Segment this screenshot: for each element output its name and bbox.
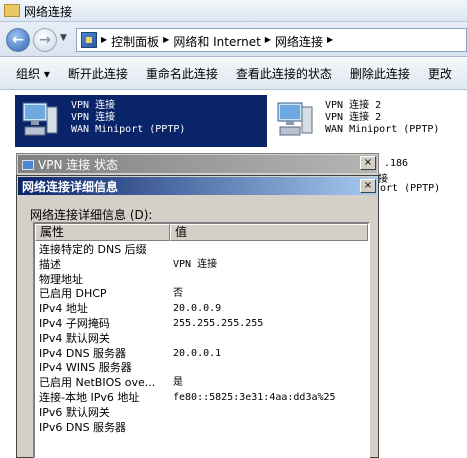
table-row[interactable]: IPv4 子网掩码 255.255.255.255 — [39, 317, 367, 332]
table-row[interactable]: IPv4 WINS 服务器 — [39, 361, 367, 376]
details-list-header: 属性 值 — [35, 224, 368, 241]
behind-device-fragment: ort (PPTP) — [380, 183, 441, 194]
table-row[interactable]: IPv6 DNS 服务器 — [39, 421, 367, 436]
details-dialog-titlebar: 网络连接详细信息 — [18, 177, 377, 195]
row-value — [173, 361, 367, 376]
connection-type: VPN 连接 2 — [325, 112, 382, 123]
close-icon: × — [363, 157, 373, 168]
address-row: ← → ▼ ▶ 控制面板 ▶ 网络和 Internet ▶ 网络连接 ▶ — [0, 22, 467, 57]
change-button[interactable]: 更改 — [419, 65, 461, 82]
row-value: 否 — [173, 288, 183, 300]
connection-device: WAN Miniport (PPTP) — [325, 124, 440, 135]
details-rows: 连接特定的 DNS 后缀 描述 VPN 连接物理地址 已启用 DHCP 否 IPv4 地址… — [39, 243, 367, 435]
forward-arrow-icon: → — [39, 32, 51, 48]
row-value: VPN 连接 — [173, 258, 218, 270]
table-row[interactable]: IPv4 默认网关 — [39, 332, 367, 347]
connection-name: VPN 连接 — [71, 100, 116, 111]
connection-item-vpn[interactable]: VPN 连接 VPN 连接 WAN Miniport (PPTP) — [15, 95, 267, 147]
chevron-right-icon[interactable]: ▶ — [163, 33, 169, 50]
row-property: IPv6 默认网关 — [39, 405, 110, 419]
connection-item-vpn-2[interactable]: VPN 连接 2 VPN 连接 2 WAN Miniport (PPTP) — [270, 95, 467, 147]
breadcrumb-control-panel[interactable]: 控制面板 — [111, 33, 159, 50]
rename-button[interactable]: 重命名此连接 — [137, 65, 227, 82]
table-row[interactable]: 已启用 DHCP 否 — [39, 287, 367, 302]
history-dropdown-icon[interactable]: ▼ — [60, 33, 67, 43]
details-dialog: 网络连接详细信息 × 网络连接详细信息 (D): 属性 值 连接特定的 DNS … — [16, 175, 379, 458]
row-property: IPv4 地址 — [39, 302, 88, 316]
delete-button[interactable]: 删除此连接 — [341, 65, 419, 82]
forward-button[interactable]: → — [33, 28, 57, 52]
address-bar[interactable]: ▶ 控制面板 ▶ 网络和 Internet ▶ 网络连接 ▶ — [76, 28, 467, 52]
row-property: IPv4 DNS 服务器 — [39, 346, 127, 360]
breadcrumb-network-internet[interactable]: 网络和 Internet — [173, 33, 260, 50]
row-value — [173, 406, 367, 421]
row-value: 是 — [173, 377, 183, 389]
table-row[interactable]: 连接特定的 DNS 后缀 — [39, 243, 367, 258]
row-value: 20.0.0.9 — [173, 303, 222, 315]
row-property: IPv4 默认网关 — [39, 331, 110, 345]
row-value — [173, 243, 367, 258]
status-close-button[interactable]: × — [360, 156, 376, 170]
back-arrow-icon: ← — [12, 32, 24, 48]
window-title: 网络连接 — [24, 5, 73, 19]
back-button[interactable]: ← — [6, 28, 30, 52]
window-titlebar: 网络连接 — [0, 0, 467, 22]
connection-type: VPN 连接 — [71, 112, 116, 123]
control-panel-icon — [81, 32, 97, 48]
row-value: fe80::5825:3e31:4aa:dd3a%25 — [173, 391, 336, 403]
row-property: IPv6 DNS 服务器 — [39, 420, 127, 434]
details-close-button[interactable]: × — [360, 179, 376, 193]
row-property: 已启用 DHCP — [39, 287, 107, 301]
view-status-button[interactable]: 查看此连接的状态 — [227, 65, 341, 82]
network-computer-icon — [22, 102, 58, 136]
details-dialog-title: 网络连接详细信息 — [22, 180, 119, 194]
table-row[interactable]: IPv4 地址 20.0.0.9 — [39, 302, 367, 317]
status-dialog-titlebar: VPN 连接 状态 — [18, 155, 377, 173]
row-value — [173, 273, 367, 288]
column-header-property[interactable]: 属性 — [35, 224, 170, 241]
table-row[interactable]: 连接-本地 IPv6 地址 fe80::5825:3e31:4aa:dd3a%25 — [39, 391, 367, 406]
details-list[interactable]: 属性 值 连接特定的 DNS 后缀 描述 VPN 连接物理地址 已启用 DHCP 否 IP… — [33, 222, 370, 458]
disconnect-button[interactable]: 断开此连接 — [59, 65, 137, 82]
row-value: 20.0.0.1 — [173, 347, 222, 359]
breadcrumb-network-connections[interactable]: 网络连接 — [275, 33, 323, 50]
table-row[interactable]: IPv4 DNS 服务器 20.0.0.1 — [39, 347, 367, 362]
row-value — [173, 421, 367, 436]
network-computer-icon — [277, 102, 313, 136]
column-header-value[interactable]: 值 — [170, 224, 368, 241]
row-property: 连接特定的 DNS 后缀 — [39, 243, 147, 256]
chevron-right-icon[interactable]: ▶ — [265, 33, 271, 50]
network-icon — [22, 160, 34, 170]
chevron-right-icon[interactable]: ▶ — [327, 33, 333, 50]
row-property: IPv4 WINS 服务器 — [39, 361, 132, 375]
behind-ip-fragment: .186 — [384, 158, 409, 169]
details-list-label: 网络连接详细信息 (D): — [30, 208, 153, 222]
row-property: 连接-本地 IPv6 地址 — [39, 390, 140, 404]
table-row[interactable]: IPv6 默认网关 — [39, 406, 367, 421]
row-property: 已启用 NetBIOS ove... — [39, 376, 156, 390]
chevron-right-icon[interactable]: ▶ — [101, 33, 107, 50]
table-row[interactable]: 描述 VPN 连接 — [39, 258, 367, 273]
status-dialog-title: VPN 连接 状态 — [38, 158, 119, 172]
table-row[interactable]: 已启用 NetBIOS ove... 是 — [39, 376, 367, 391]
folder-icon — [4, 4, 20, 17]
table-row[interactable]: 物理地址 — [39, 273, 367, 288]
breadcrumb: ▶ 控制面板 ▶ 网络和 Internet ▶ 网络连接 ▶ — [101, 33, 333, 50]
connection-name: VPN 连接 2 — [325, 100, 382, 111]
row-property: 描述 — [39, 257, 61, 271]
close-icon: × — [363, 180, 373, 191]
row-value: 255.255.255.255 — [173, 317, 264, 329]
row-property: IPv4 子网掩码 — [39, 316, 110, 330]
command-bar: 组织 ▾ 断开此连接 重命名此连接 查看此连接的状态 删除此连接 更改 — [0, 57, 467, 90]
connection-device: WAN Miniport (PPTP) — [71, 124, 186, 135]
row-value — [173, 332, 367, 347]
row-property: 物理地址 — [39, 272, 83, 286]
organize-menu[interactable]: 组织 ▾ — [0, 65, 59, 82]
